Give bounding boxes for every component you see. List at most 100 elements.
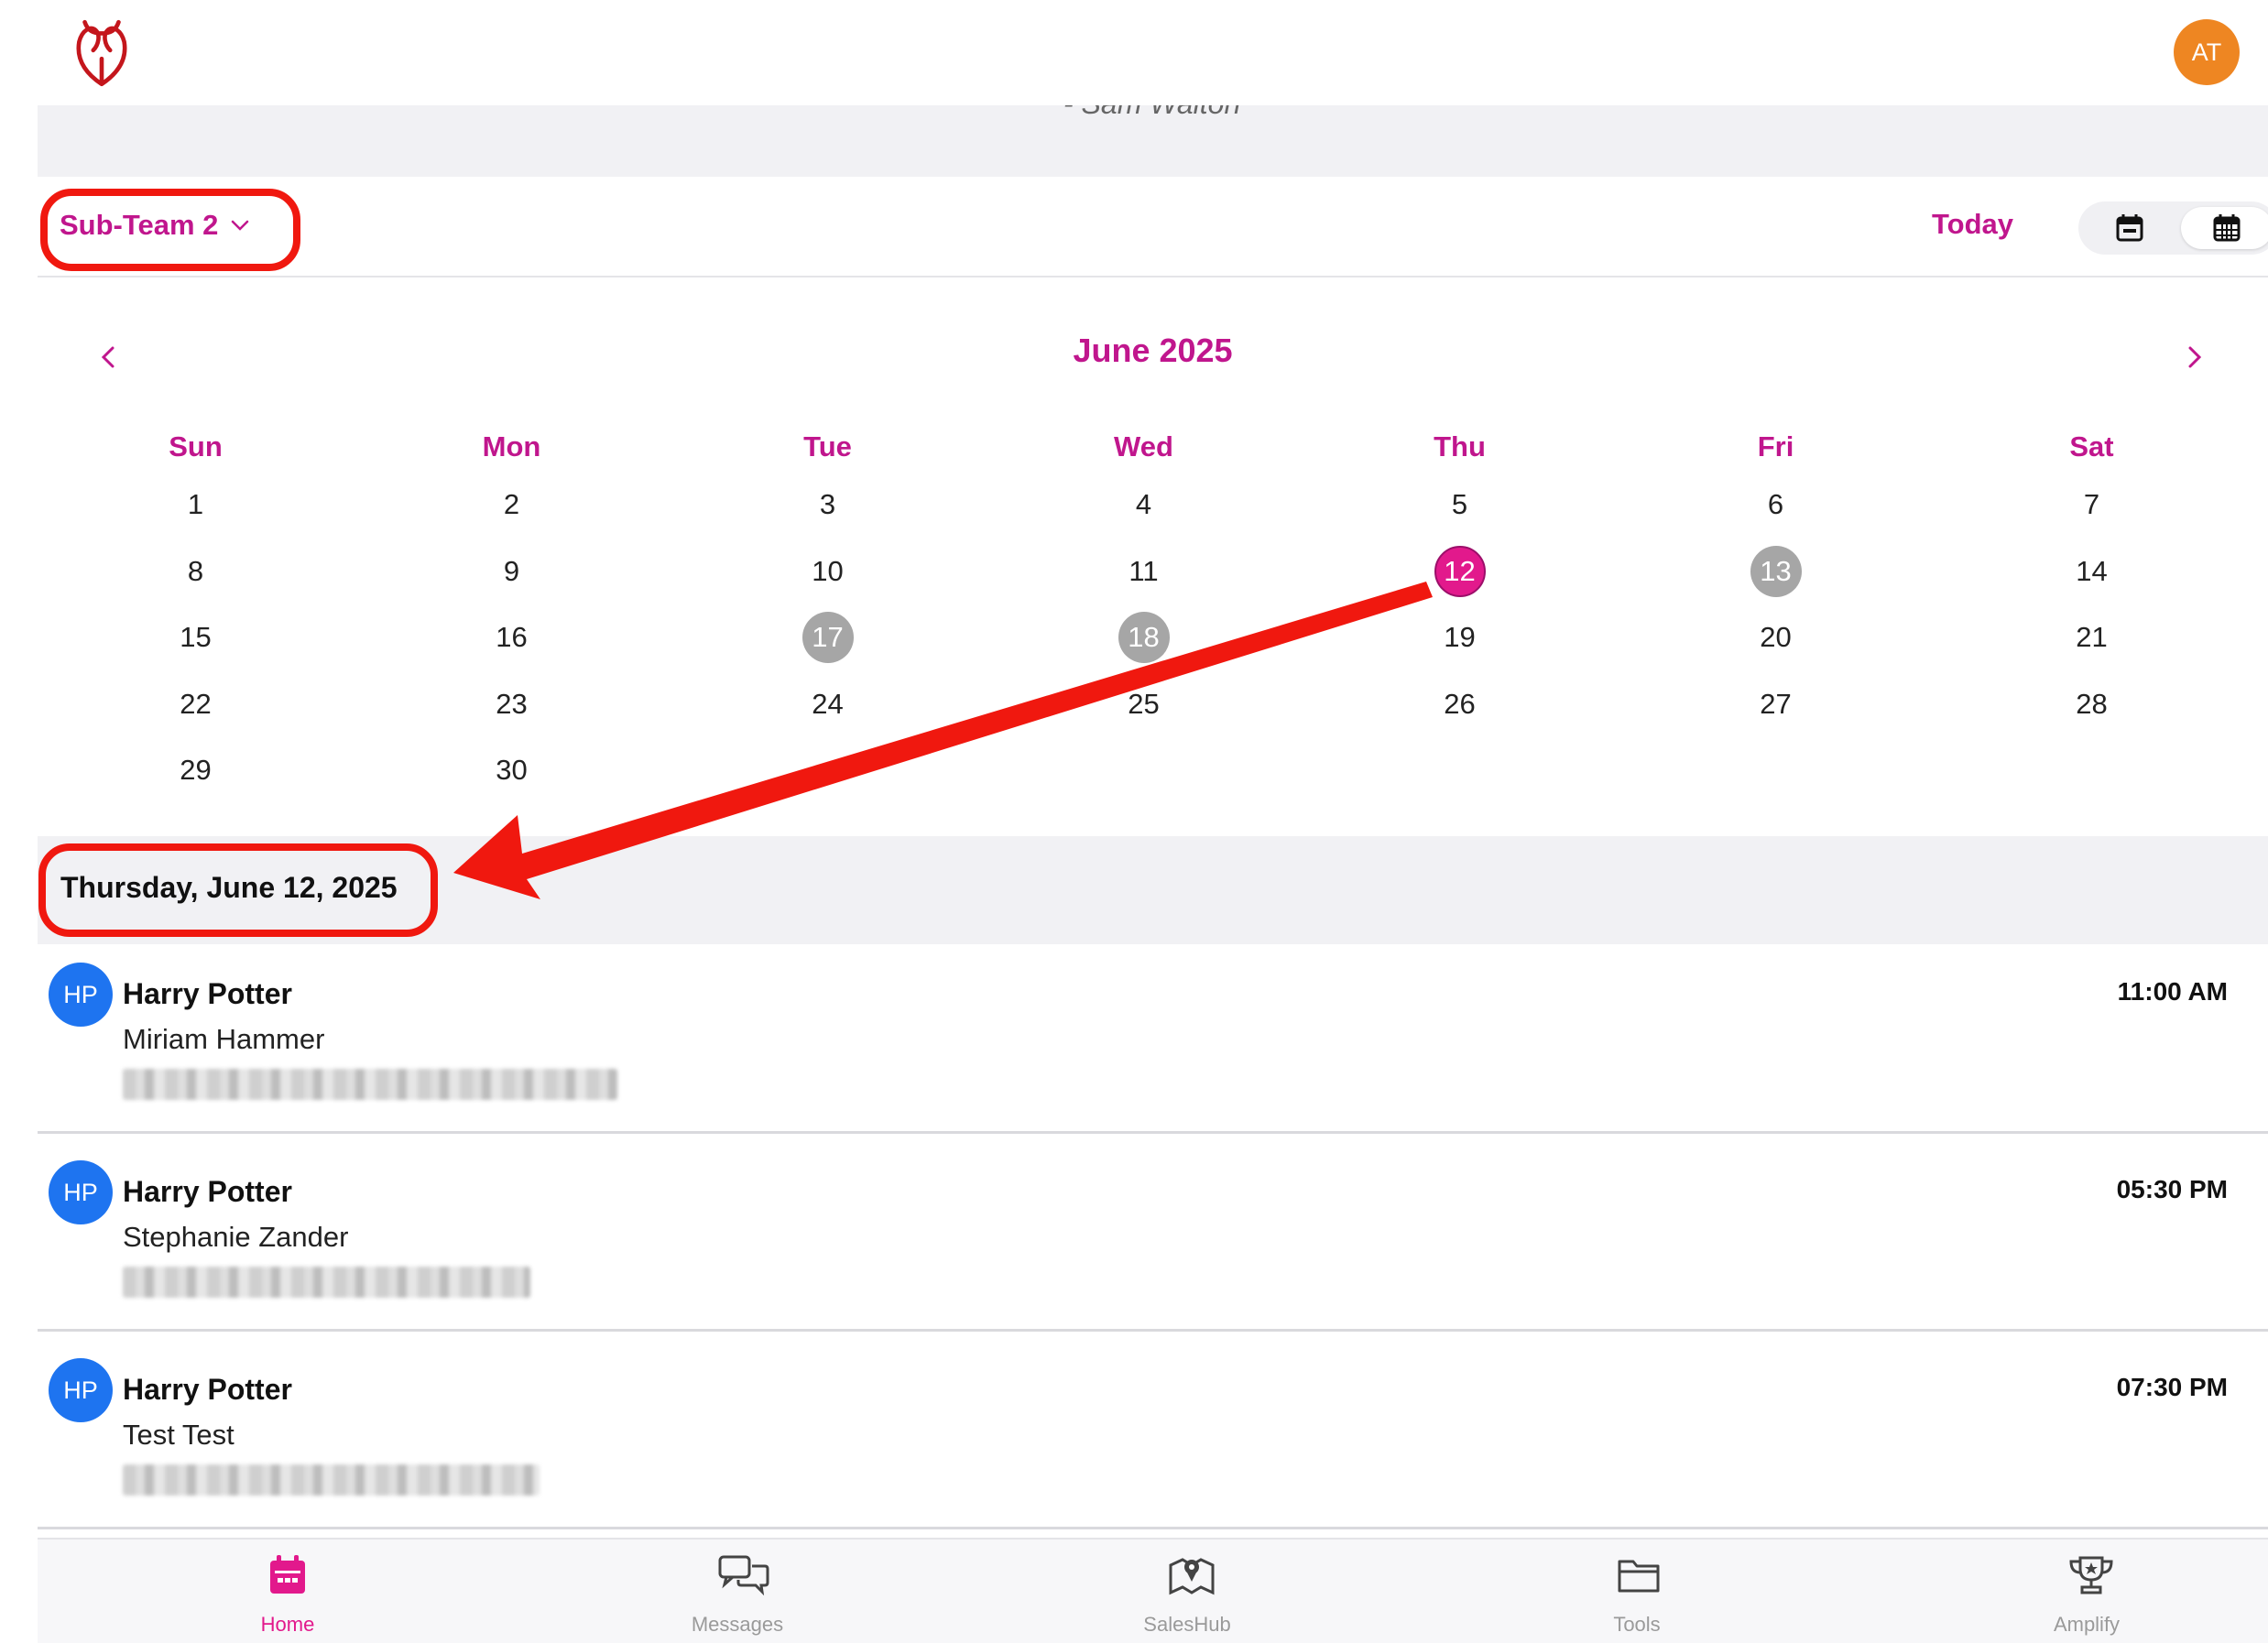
trophy-icon <box>2069 1556 2113 1594</box>
calendar-day-cell: 19 <box>1302 604 1618 670</box>
calendar-week-row: 29 30 <box>38 737 2268 803</box>
calendar-day[interactable]: 6 <box>1750 479 1802 530</box>
today-button[interactable]: Today <box>1932 208 2013 241</box>
weekday-label: Sat <box>2069 430 2114 462</box>
chat-icon <box>718 1555 769 1596</box>
calendar-week-row: 8 9 10 11 12 13 14 <box>38 539 2268 604</box>
tab-home[interactable]: Home <box>150 1540 425 1643</box>
weekday-label: Thu <box>1434 430 1486 462</box>
calendar-day[interactable]: 20 <box>1750 612 1802 663</box>
redacted-address <box>123 1267 530 1298</box>
calendar-day[interactable]: 12 <box>1434 545 1486 597</box>
tab-label: Amplify <box>2053 1613 2121 1636</box>
filter-bar: Sub-Team 2 Today <box>38 177 2268 277</box>
appointment-contact: Miriam Hammer <box>123 1023 325 1055</box>
tab-saleshub[interactable]: SalesHub <box>1050 1540 1325 1643</box>
calendar-day[interactable]: 28 <box>2066 679 2118 730</box>
weekday-label: Fri <box>1757 430 1794 462</box>
calendar-week-row: 15 16 17 18 19 20 21 <box>38 604 2268 670</box>
quote-attribution: - Sam Walton <box>1063 105 1240 121</box>
calendar-day[interactable]: 10 <box>802 546 854 597</box>
weekday-label: Mon <box>482 430 541 462</box>
appointment-contact: Stephanie Zander <box>123 1221 349 1253</box>
calendar-day-cell <box>1934 737 2250 803</box>
redacted-address <box>123 1464 540 1496</box>
calendar-day[interactable]: 29 <box>170 745 222 796</box>
calendar-day-cell: 5 <box>1302 472 1618 538</box>
calendar-day[interactable]: 26 <box>1434 679 1486 730</box>
calendar-day[interactable]: 1 <box>170 479 222 530</box>
calendar-day[interactable]: 22 <box>170 679 222 730</box>
calendar-day[interactable]: 21 <box>2066 612 2118 663</box>
calendar-day-cell: 16 <box>354 604 670 670</box>
calendar-week-row: 1 2 3 4 5 6 7 <box>38 472 2268 538</box>
calendar-day[interactable]: 25 <box>1118 679 1170 730</box>
appointment-row[interactable]: HP Harry Potter Test Test 07:30 PM <box>38 1340 2268 1529</box>
calendar-day[interactable]: 14 <box>2066 546 2118 597</box>
calendar-day-cell: 23 <box>354 671 670 737</box>
app-logo-icon <box>76 19 127 87</box>
redacted-address <box>123 1069 617 1100</box>
tab-messages[interactable]: Messages <box>600 1540 875 1643</box>
tab-amplify[interactable]: Amplify <box>1949 1540 2224 1643</box>
day-view-button[interactable] <box>2084 207 2175 249</box>
calendar-day-cell: 2 <box>354 472 670 538</box>
appointment-row[interactable]: HP Harry Potter Miriam Hammer 11:00 AM <box>38 944 2268 1134</box>
calendar-icon <box>270 1555 305 1594</box>
calendar-day-cell: 10 <box>670 539 986 604</box>
view-toggle <box>2078 201 2268 255</box>
team-highlight-annotation <box>40 189 300 271</box>
month-title: June 2025 <box>1073 332 1233 369</box>
appointment-time: 11:00 AM <box>2117 977 2228 1006</box>
calendar-day[interactable]: 4 <box>1118 479 1170 530</box>
calendar-day[interactable]: 16 <box>486 612 538 663</box>
calendar-day[interactable]: 2 <box>486 479 538 530</box>
calendar-day-cell: 27 <box>1618 671 1934 737</box>
calendar-day-cell: 26 <box>1302 671 1618 737</box>
calendar-day[interactable]: 5 <box>1434 479 1486 530</box>
calendar-day-cell: 7 <box>1934 472 2250 538</box>
calendar-day[interactable]: 15 <box>170 612 222 663</box>
weekday-label: Wed <box>1114 430 1173 462</box>
calendar-day[interactable]: 7 <box>2066 479 2118 530</box>
calendar-day[interactable]: 18 <box>1118 612 1170 663</box>
tab-label: Tools <box>1613 1613 1661 1636</box>
calendar-day[interactable]: 8 <box>170 546 222 597</box>
folder-icon <box>1618 1560 1660 1593</box>
bottom-tab-bar: Home Messages SalesHub Tools Amplify <box>38 1538 2268 1643</box>
calendar-day[interactable]: 19 <box>1434 612 1486 663</box>
calendar-day[interactable]: 24 <box>802 679 854 730</box>
calendar-day-cell: 4 <box>986 472 1302 538</box>
tab-tools[interactable]: Tools <box>1499 1540 1774 1643</box>
tab-label: Home <box>260 1613 315 1636</box>
tab-label: SalesHub <box>1143 1613 1231 1636</box>
tab-label: Messages <box>691 1613 784 1636</box>
calendar-day[interactable]: 3 <box>802 479 854 530</box>
calendar-day-cell: 15 <box>38 604 354 670</box>
calendar-day-cell: 24 <box>670 671 986 737</box>
calendar-day-cell: 1 <box>38 472 354 538</box>
appointment-owner: Harry Potter <box>123 977 292 1010</box>
month-view-button[interactable] <box>2181 207 2268 249</box>
calendar-day[interactable]: 17 <box>801 612 854 663</box>
calendar-day-cell <box>670 737 986 803</box>
calendar-day-cell: 29 <box>38 737 354 803</box>
weekday-row: Sun Mon Tue Wed Thu Fri Sat <box>38 430 2268 467</box>
calendar-day-cell: 17 <box>670 604 986 670</box>
appointment-owner: Harry Potter <box>123 1373 292 1406</box>
calendar-day[interactable]: 27 <box>1750 679 1802 730</box>
appointment-row[interactable]: HP Harry Potter Stephanie Zander 05:30 P… <box>38 1142 2268 1332</box>
user-avatar[interactable]: AT <box>2174 19 2240 85</box>
calendar-day-cell: 8 <box>38 539 354 604</box>
calendar-day[interactable]: 23 <box>486 679 538 730</box>
next-month-icon[interactable] <box>2177 341 2210 374</box>
calendar-day-cell: 14 <box>1934 539 2250 604</box>
top-bar: AT <box>0 0 2268 105</box>
calendar-day[interactable]: 13 <box>1750 545 1802 597</box>
calendar-day-cell: 6 <box>1618 472 1934 538</box>
appointment-contact: Test Test <box>123 1419 234 1451</box>
calendar-day[interactable]: 30 <box>486 745 538 796</box>
calendar-day[interactable]: 9 <box>486 546 538 597</box>
calendar-day[interactable]: 11 <box>1118 546 1170 597</box>
calendar-day-cell: 3 <box>670 472 986 538</box>
